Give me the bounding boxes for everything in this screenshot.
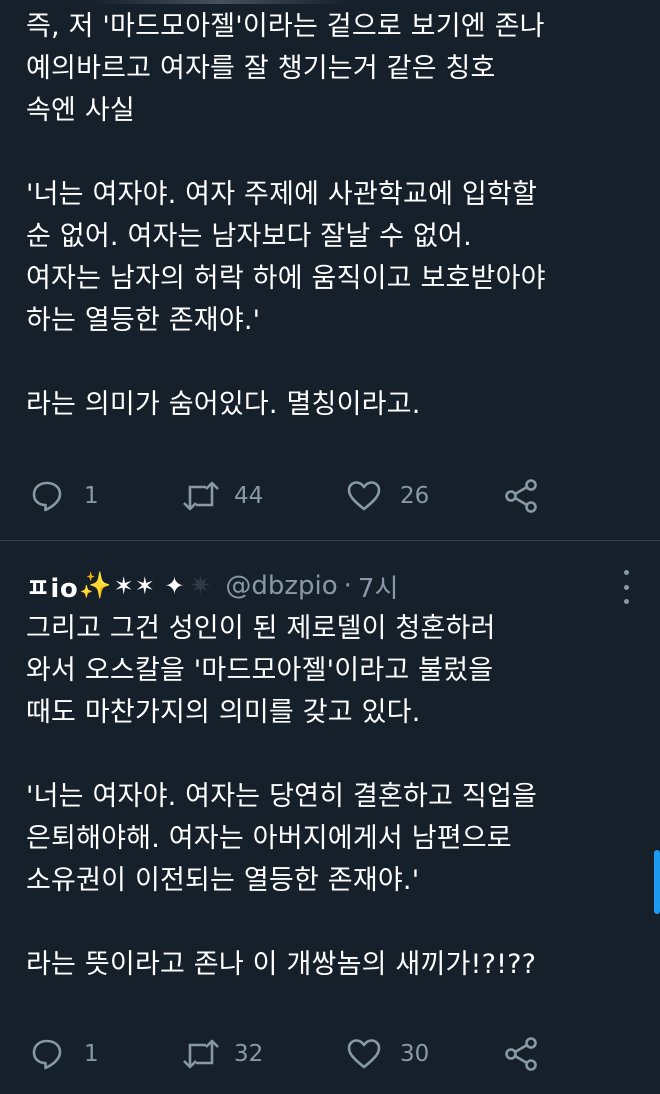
reply-button[interactable]: 1 (30, 1036, 99, 1072)
like-count: 26 (400, 483, 430, 509)
separator: · (343, 571, 352, 601)
retweet-icon (183, 481, 219, 511)
scrollbar[interactable] (654, 850, 660, 914)
top-fade (90, 0, 350, 4)
retweet-button[interactable]: 44 (182, 478, 263, 514)
reply-icon (32, 481, 62, 512)
retweet-count: 32 (234, 1041, 264, 1067)
reply-count: 1 (84, 483, 99, 509)
like-button[interactable]: 26 (346, 478, 429, 514)
share-button[interactable] (504, 1036, 540, 1072)
share-icon (505, 1037, 537, 1071)
tweet-1-actions: 1 44 26 (30, 478, 590, 514)
like-count: 30 (400, 1041, 430, 1067)
tweet-divider (0, 540, 660, 541)
sparkle-emoji: ✨ (79, 571, 112, 601)
timestamp[interactable]: 7시 (358, 568, 398, 605)
retweet-button[interactable]: 32 (182, 1036, 263, 1072)
display-name[interactable]: ㅍio (26, 568, 78, 605)
star-emoji: ✶✶ ✦ (113, 572, 186, 600)
dim-star-emoji: ✷ (189, 571, 212, 601)
like-button[interactable]: 30 (346, 1036, 429, 1072)
heart-icon (347, 481, 381, 511)
user-handle[interactable]: @dbzpio (225, 571, 337, 601)
retweet-icon (183, 1039, 219, 1069)
reply-count: 1 (84, 1041, 99, 1067)
share-button[interactable] (504, 478, 540, 514)
more-vertical-icon[interactable] (616, 570, 636, 604)
reply-icon (32, 1039, 62, 1070)
reply-button[interactable]: 1 (30, 478, 99, 514)
retweet-count: 44 (234, 483, 264, 509)
heart-icon (347, 1039, 381, 1069)
tweet-1-text: 즉, 저 '마드모아젤'이라는 겉으로 보기엔 존나 예의바르고 여자를 잘 챙… (26, 11, 546, 420)
tweet-2-header: ㅍio ✨ ✶✶ ✦ ✷ @dbzpio · 7시 (26, 566, 636, 606)
share-icon (505, 479, 537, 513)
tweet-2-text: 그리고 그건 성인이 된 제로델이 청혼하러 와서 오스칼을 '마드모아젤'이라… (26, 613, 538, 980)
tweet-2-actions: 1 32 30 (30, 1036, 590, 1072)
